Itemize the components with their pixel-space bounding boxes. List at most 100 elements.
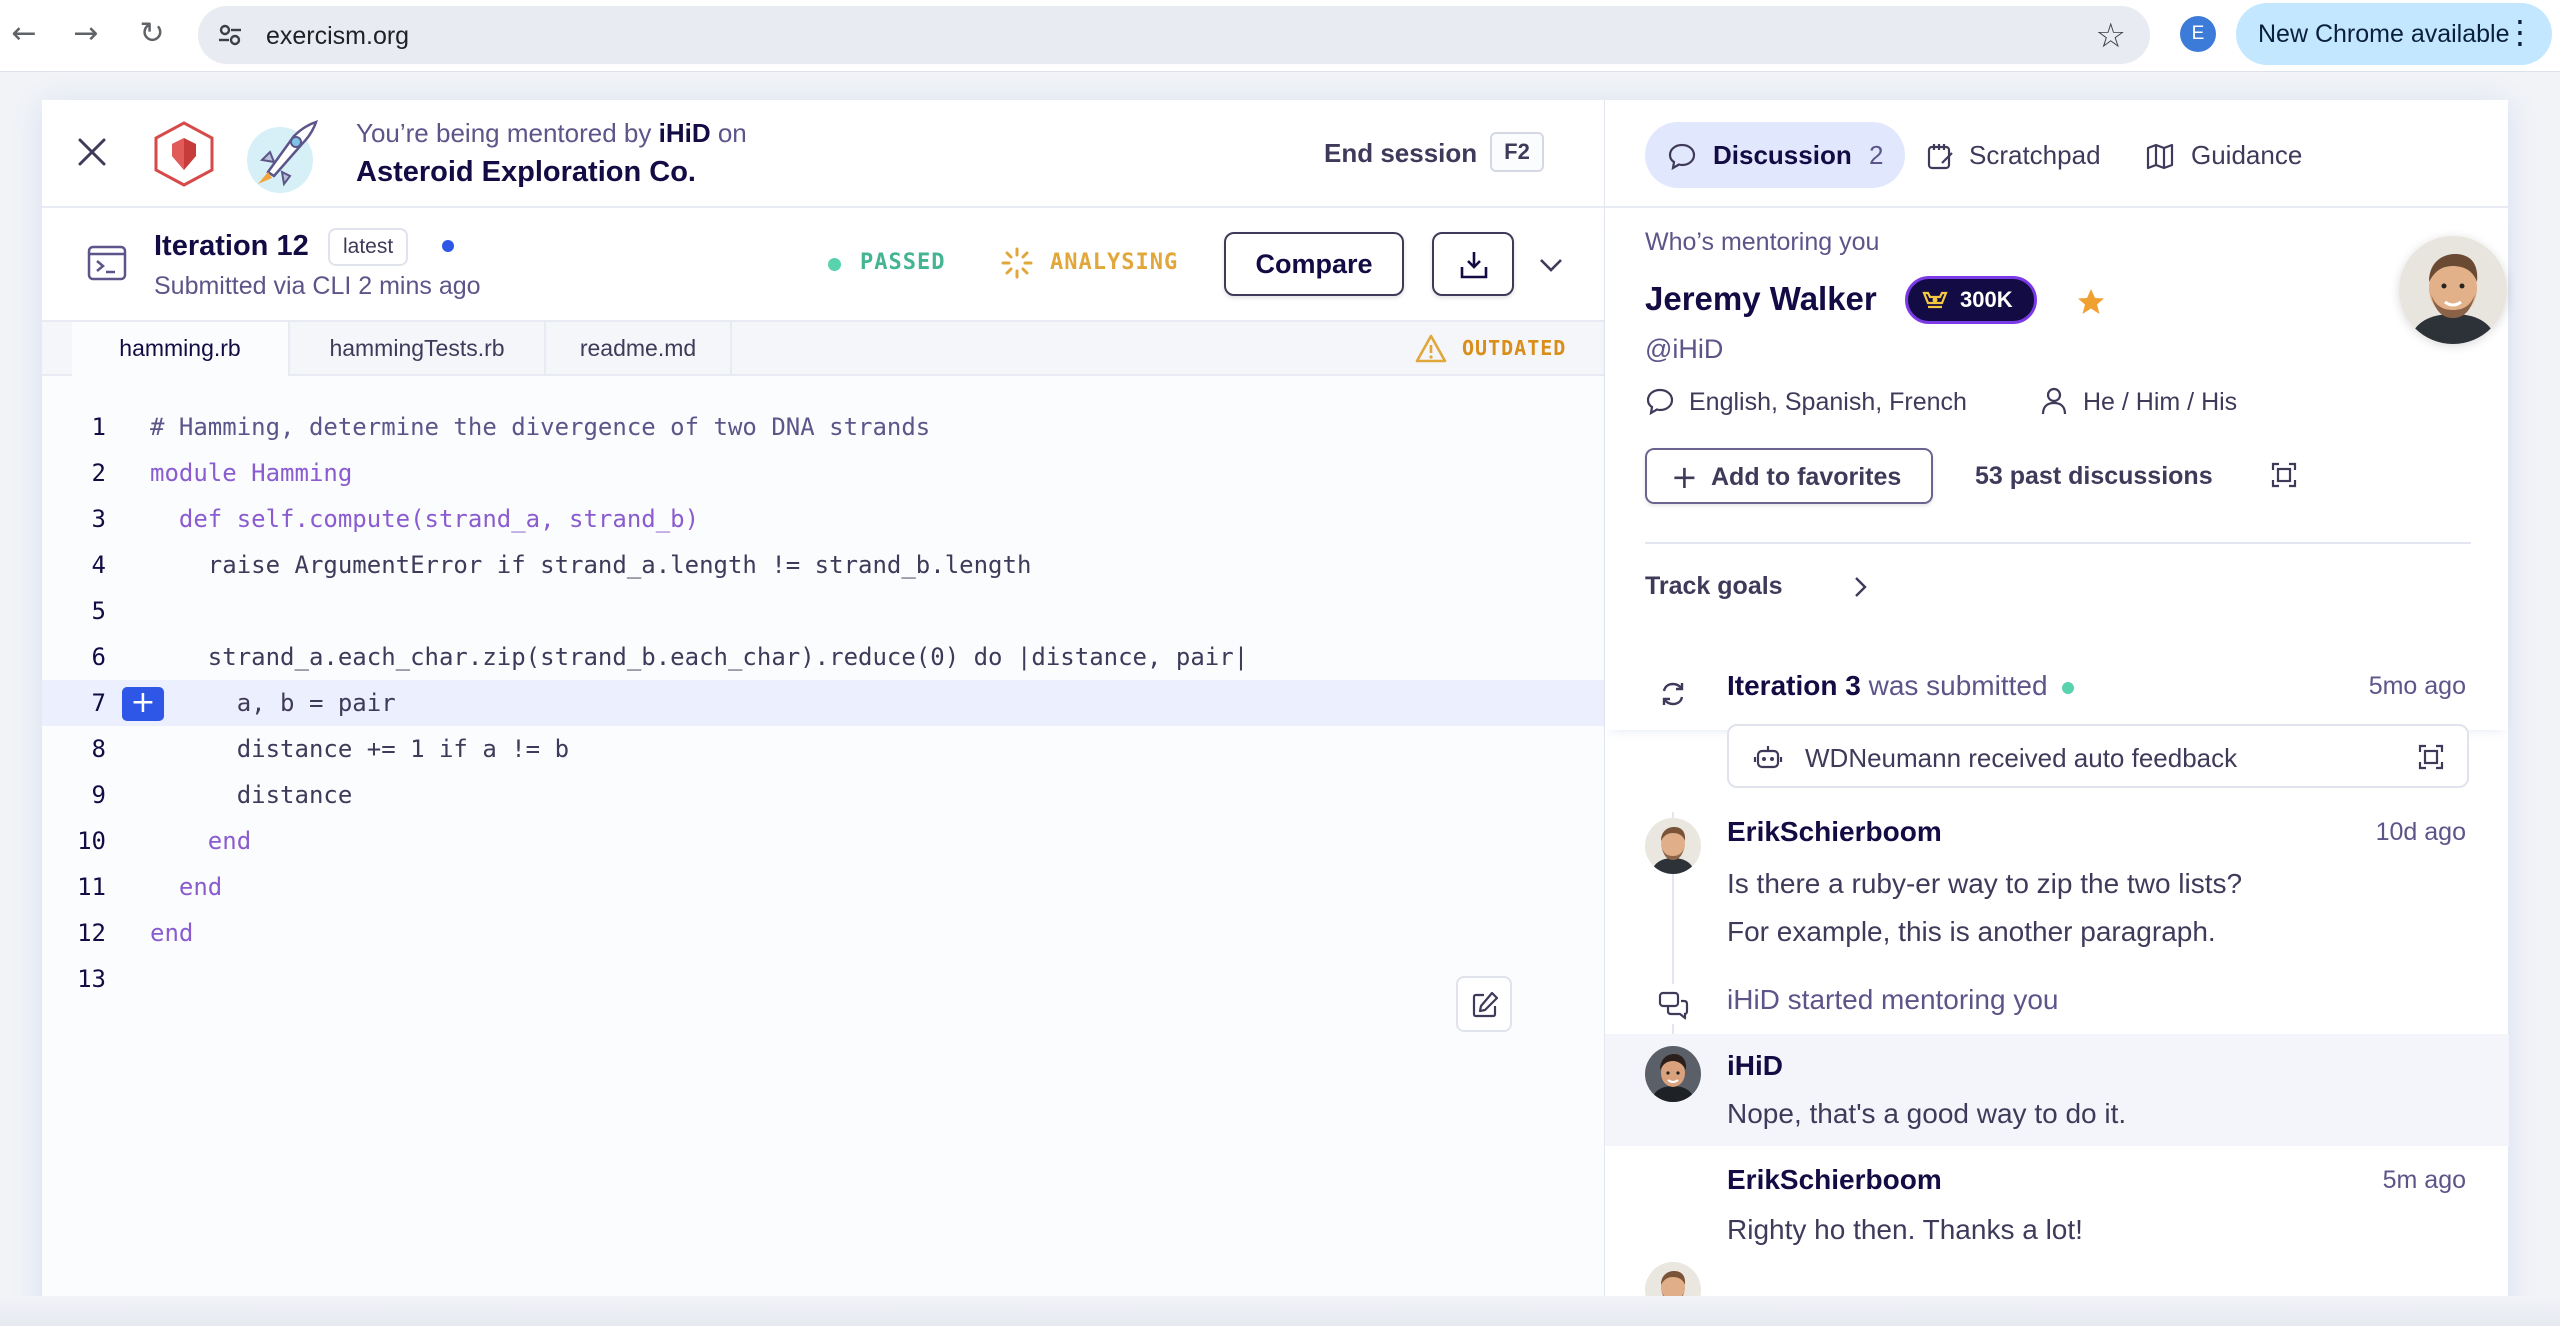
code-line-highlighted: 7 + a, b = pair (42, 680, 1604, 726)
code-text: end (150, 873, 223, 901)
code-viewer: 1 # Hamming, determine the divergence of … (42, 404, 1604, 1104)
auto-feedback-label: WDNeumann received auto feedback (1805, 743, 2238, 773)
iteration-header: Iteration 12 latest Submitted via CLI 2 … (42, 208, 1604, 322)
post-author[interactable]: iHiD (1727, 1050, 1783, 1082)
auto-feedback-card[interactable]: WDNeumann received auto feedback (1727, 724, 2469, 788)
mentor-pronouns: He / Him / His (2083, 388, 2238, 416)
refresh-iteration-icon (1653, 674, 1693, 714)
iteration-link[interactable]: Iteration 3 (1727, 670, 1861, 701)
code-text: def self.compute(strand_a, strand_b) (150, 505, 700, 533)
code-line: 3 def self.compute(strand_a, strand_b) (42, 496, 1604, 542)
close-icon[interactable] (72, 132, 112, 172)
panel-tabs: Discussion 2 Scratchpad Guidance (1605, 100, 2509, 208)
site-settings-icon[interactable] (216, 21, 244, 49)
tab-scratchpad[interactable]: Scratchpad (1905, 122, 2145, 188)
download-button[interactable] (1432, 232, 1514, 296)
divider (1645, 542, 2471, 544)
mentor-languages: English, Spanish, French (1689, 388, 1967, 416)
post-body: Nope, that's a good way to do it. (1727, 1098, 2127, 1129)
code-line: 11 end (42, 864, 1604, 910)
erik-portrait (1645, 818, 1701, 874)
code-line: 8 distance += 1 if a != b (42, 726, 1604, 772)
tab-guidance[interactable]: Guidance (2145, 122, 2345, 188)
ihid-avatar[interactable] (1645, 1046, 1701, 1102)
post-paragraph: For example, this is another paragraph. (1727, 916, 2216, 947)
latest-tag: latest (328, 228, 409, 266)
expand-icon[interactable] (2417, 743, 2445, 771)
code-line: 6 strand_a.each_char.zip(strand_b.each_c… (42, 634, 1604, 680)
mentor-handle: @iHiD (1645, 334, 1724, 364)
post-author[interactable]: ErikSchierboom (1727, 816, 1942, 848)
mentor-name[interactable]: Jeremy Walker (1645, 280, 1877, 318)
reputation-icon (1922, 291, 1948, 309)
browser-toolbar: ← → ↻ exercism.org ☆ E New Chrome availa… (0, 0, 2560, 72)
expand-modal-icon[interactable] (2269, 460, 2299, 490)
code-text: a, b = pair (150, 689, 396, 717)
past-discussions-link[interactable]: 53 past discussions (1975, 462, 2213, 491)
add-to-favorites-button[interactable]: + Add to favorites (1645, 448, 1933, 504)
forward-arrow-icon[interactable]: → (66, 14, 106, 54)
mentor-handle-inline[interactable]: iHiD (659, 118, 711, 148)
discussion-panel: Discussion 2 Scratchpad Guidance Who’s m… (1604, 100, 2509, 1326)
post-time: 10d ago (2375, 818, 2466, 846)
solution-panel: You’re being mentored by iHiD on Asteroi… (42, 100, 1604, 1326)
rocket-exercise-icon (247, 120, 318, 193)
download-icon (1460, 252, 1488, 279)
mentor-avatar[interactable] (2399, 236, 2507, 344)
code-line: 4 raise ArgumentError if strand_a.length… (42, 542, 1604, 588)
post-paragraph: Is there a ruby-er way to zip the two li… (1727, 868, 2243, 899)
session-header: You’re being mentored by iHiD on Asteroi… (42, 100, 1604, 208)
file-tab-readme[interactable]: readme.md (546, 322, 732, 376)
post-time: 5m ago (2382, 1166, 2466, 1194)
post-body: Righty ho then. Thanks a lot! (1727, 1214, 2083, 1245)
exercise-title: Asteroid Exploration Co. (356, 156, 696, 188)
speech-bubble-icon (1646, 388, 1674, 416)
ruby-track-icon (154, 121, 214, 187)
code-text: distance += 1 if a != b (150, 735, 570, 763)
bookmark-star-icon[interactable]: ☆ (2096, 16, 2126, 56)
back-arrow-icon[interactable]: ← (4, 14, 44, 54)
erik-avatar[interactable] (1645, 818, 1701, 874)
code-text: distance (150, 781, 353, 809)
tests-passed-status[interactable]: PASSED (860, 250, 945, 275)
file-tab-hamming-tests[interactable]: hammingTests.rb (290, 322, 546, 376)
mentoring-session-panel: You’re being mentored by iHiD on Asteroi… (42, 100, 2509, 1326)
analysing-status[interactable]: ANALYSING (1050, 250, 1178, 275)
post-body: Is there a ruby-er way to zip the two li… (1727, 860, 2242, 956)
end-session-button[interactable]: End session (1324, 138, 1477, 169)
mentoring-started-event: iHiD started mentoring you (1727, 984, 2059, 1015)
passed-status-dot (828, 258, 841, 271)
more-menu-icon[interactable]: ⋮ (2504, 13, 2536, 51)
reputation-badge[interactable]: 300K (1905, 276, 2037, 324)
chat-icon (1653, 984, 1693, 1024)
file-tabs: hamming.rb hammingTests.rb readme.md OUT… (42, 322, 1604, 376)
code-line: 1 # Hamming, determine the divergence of … (42, 404, 1604, 450)
track-goals-link[interactable]: Track goals (1645, 572, 1783, 601)
warning-icon (1415, 334, 1447, 363)
post-author[interactable]: ErikSchierboom (1727, 1164, 1942, 1196)
tab-discussion[interactable]: Discussion 2 (1645, 122, 1905, 188)
chevron-right-icon[interactable] (1845, 572, 1875, 602)
url-text[interactable]: exercism.org (266, 22, 409, 51)
outdated-badge[interactable]: OUTDATED (1462, 336, 1566, 360)
mentor-portrait (2399, 236, 2507, 344)
analysing-spinner-icon (1001, 247, 1033, 279)
code-line: 13 (77, 965, 106, 993)
tab-discussion-label: Discussion (1713, 140, 1852, 170)
favorite-star-icon (2078, 289, 2104, 314)
chevron-down-icon[interactable] (1534, 248, 1568, 282)
address-bar[interactable]: exercism.org ☆ (198, 6, 2150, 64)
add-to-favorites-label: Add to favorites (1711, 463, 1902, 491)
tab-guidance-label: Guidance (2191, 140, 2303, 170)
scratchpad-icon (1927, 144, 1953, 170)
unread-dot (442, 240, 454, 252)
edit-note-button[interactable] (1456, 976, 1512, 1032)
file-tab-hamming[interactable]: hamming.rb (72, 322, 290, 376)
profile-avatar[interactable]: E (2180, 16, 2216, 52)
iteration-submitted-event[interactable]: Iteration 3 was submitted (1727, 670, 2074, 702)
mentored-prefix: You’re being mentored by (356, 118, 652, 148)
chrome-update-button[interactable]: New Chrome available ⋮ (2236, 3, 2552, 65)
reload-icon[interactable]: ↻ (132, 14, 172, 54)
code-line: 9 distance (42, 772, 1604, 818)
compare-button[interactable]: Compare (1224, 232, 1404, 296)
